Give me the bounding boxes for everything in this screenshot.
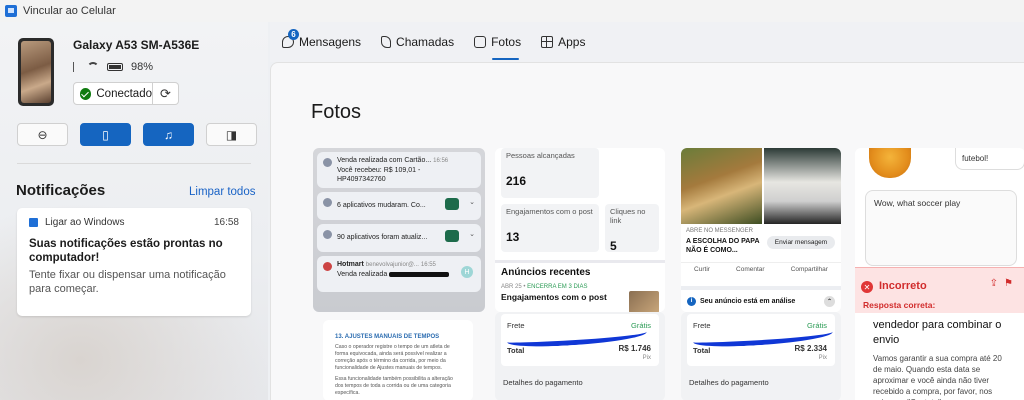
apps-grid-icon	[541, 36, 554, 48]
list-item: 90 aplicativos foram atualiz... ⌄	[317, 224, 481, 252]
photo-thumbnail[interactable]: Frete Grátis Total R$ 2.334 Pix Detalhes…	[681, 312, 841, 400]
left-pane: Galaxy A53 SM-A536E 98% Conectado ⟳ ⊖ ▯ …	[0, 22, 268, 400]
hotmart-icon	[323, 262, 332, 271]
tab-label: Mensagens	[299, 35, 362, 49]
tab-messages[interactable]: 6 Mensagens	[282, 22, 361, 62]
messages-badge: 6	[288, 29, 299, 40]
page-title: Fotos	[311, 101, 362, 123]
windows-app-icon	[29, 218, 38, 227]
list-item: Hotmart benevolvajunior@... 16:55 Venda …	[317, 256, 481, 292]
tab-label: Apps	[558, 35, 586, 49]
notification-card[interactable]: Ligar ao Windows 16:58 Suas notificações…	[17, 208, 251, 316]
tab-calls[interactable]: Chamadas	[381, 22, 454, 62]
audio-output-icon: ◨	[225, 127, 238, 142]
notifications-title: Notificações	[16, 182, 106, 199]
bluetooth-icon	[73, 61, 79, 72]
top-tabs: 6 Mensagens Chamadas Fotos Apps	[270, 22, 1024, 62]
ad-image	[629, 291, 659, 312]
phone-wallpaper-thumbnail[interactable]	[18, 38, 54, 106]
chevron-down-icon: ⌄	[469, 231, 475, 238]
check-circle-icon	[80, 87, 92, 100]
music-note-icon: ♫	[164, 127, 173, 142]
tab-label: Fotos	[491, 35, 522, 49]
chevron-up-icon: ⌃	[824, 295, 835, 307]
photo-thumbnail[interactable]: Pessoas alcançadas 216 Engajamentos com …	[495, 148, 665, 312]
tab-photos[interactable]: Fotos	[474, 22, 521, 62]
vibrate-button[interactable]: ▯	[80, 123, 131, 146]
ad-image	[764, 148, 841, 224]
divider	[17, 163, 251, 164]
quiz-answer: vendedor para combinar o envio Vamos gar…	[855, 313, 1024, 400]
refresh-button[interactable]: ⟳	[153, 82, 179, 105]
vibrate-icon: ▯	[102, 127, 109, 142]
device-status-row: 98%	[73, 59, 153, 74]
do-not-disturb-button[interactable]: ⊖	[17, 123, 68, 146]
battery-icon	[107, 62, 123, 71]
photo-thumbnail[interactable]: Venda realizada com Cartão... 16:56 Você…	[313, 148, 485, 312]
device-name: Galaxy A53 SM-A536E	[73, 38, 200, 52]
photos-panel: Fotos Venda realizada com Cartão... 16:5…	[270, 62, 1024, 400]
phone-call-icon	[381, 36, 392, 48]
bell-icon	[323, 158, 332, 167]
error-icon: ✕	[861, 281, 873, 293]
photo-thumbnail[interactable]: 13. AJUSTES MANUAIS DE TEMPOS Caso o ope…	[323, 320, 473, 400]
chevron-down-icon: ⌄	[469, 199, 475, 206]
info-icon: i	[687, 296, 696, 306]
redaction-mark	[389, 271, 450, 277]
notification-app: Ligar ao Windows	[45, 217, 125, 228]
tab-label: Chamadas	[396, 35, 455, 49]
connection-label: Conectado	[96, 87, 152, 100]
clear-all-link[interactable]: Limpar todos	[189, 186, 255, 198]
share-flag-icons: ⇪⚑	[989, 278, 1019, 289]
notification-time: 16:58	[213, 217, 239, 228]
photo-thumbnail[interactable]: futebol! Wow, what soccer play	[855, 148, 1024, 272]
app-icon	[445, 230, 459, 242]
wifi-icon	[87, 62, 99, 74]
title-bar: Vincular ao Celular	[0, 0, 1024, 22]
photo-thumbnail[interactable]: Frete Grátis Total R$ 1.746 Pix Detalhes…	[495, 312, 665, 400]
ad-image	[681, 148, 762, 224]
media-button[interactable]: ♫	[143, 123, 194, 146]
list-item: Venda realizada com Cartão... 16:56 Você…	[317, 152, 481, 188]
do-not-disturb-icon: ⊖	[37, 127, 48, 142]
refresh-icon: ⟳	[160, 85, 171, 101]
mascot-image	[869, 148, 911, 178]
quick-actions: ⊖ ▯ ♫ ◨	[17, 123, 257, 146]
notification-title: Suas notificações estão prontas no compu…	[29, 238, 223, 264]
connection-status-button[interactable]: Conectado	[73, 82, 153, 105]
app-icon	[445, 198, 459, 210]
phone-link-app-icon	[5, 5, 17, 17]
photo-thumbnail[interactable]: ABRE NO MESSENGER A ESCOLHA DO PAPA NÃO …	[681, 148, 841, 312]
avatar: H	[461, 266, 473, 278]
shield-icon	[323, 198, 332, 207]
shield-icon	[323, 230, 332, 239]
battery-level: 98%	[131, 60, 154, 73]
tab-apps[interactable]: Apps	[541, 22, 585, 62]
photo-icon	[474, 36, 487, 48]
list-item: 6 aplicativos mudaram. Co... ⌄	[317, 192, 481, 220]
notification-body: Tente fixar ou dispensar uma notificação…	[29, 269, 226, 295]
window-title: Vincular ao Celular	[23, 5, 116, 17]
audio-output-button[interactable]: ◨	[206, 123, 257, 146]
quiz-result-banner: ✕ Incorreto ⇪⚑ Resposta correta:	[855, 267, 1024, 313]
